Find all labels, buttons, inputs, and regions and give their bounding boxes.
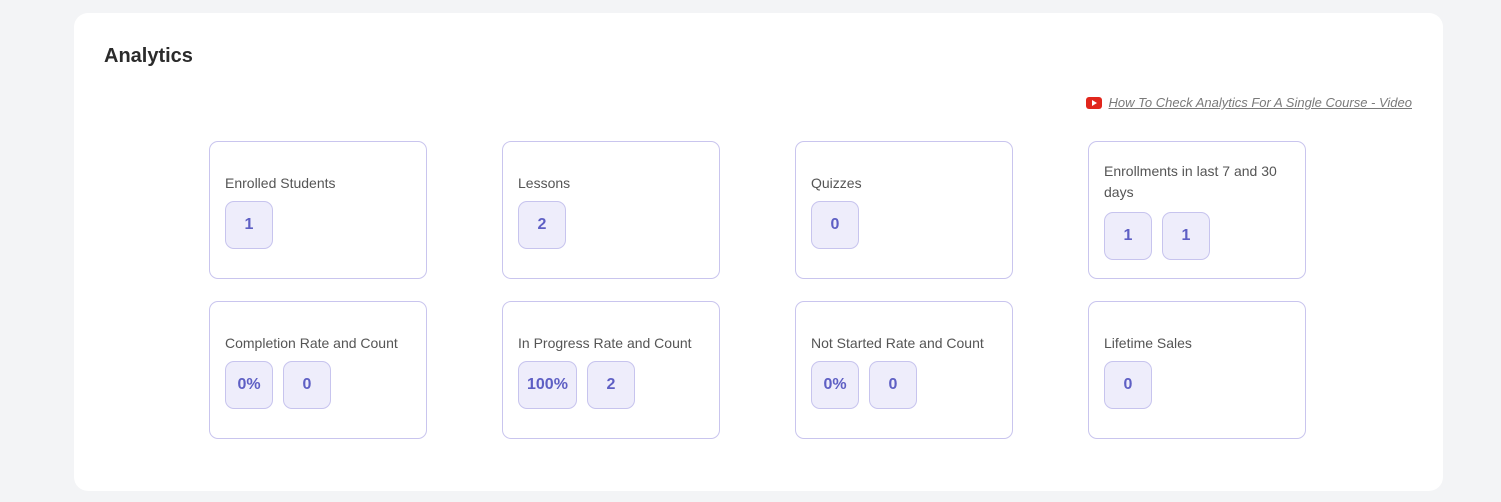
card-label: Not Started Rate and Count — [811, 335, 984, 351]
card-label: Lifetime Sales — [1104, 335, 1192, 351]
count-chip: 0 — [283, 361, 331, 409]
card-label: Lessons — [518, 175, 571, 191]
card-not-started: Not Started Rate and Count 0% 0 — [795, 301, 1013, 439]
card-label: Completion Rate and Count — [225, 335, 398, 351]
analytics-panel: Analytics How To Check Analytics For A S… — [74, 13, 1443, 491]
card-label: Quizzes — [811, 175, 862, 191]
page-title: Analytics — [104, 45, 193, 67]
card-values: 1 1 — [1104, 212, 1210, 260]
youtube-icon — [1085, 96, 1102, 109]
value-chip: 0 — [1104, 361, 1152, 409]
card-lessons: Lessons 2 — [502, 141, 720, 279]
card-values: 100% 2 — [518, 361, 635, 409]
card-lifetime-sales: Lifetime Sales 0 — [1088, 301, 1306, 439]
card-recent-enrollments: Enrollments in last 7 and 30 days 1 1 — [1088, 141, 1306, 279]
card-values: 1 — [225, 201, 273, 249]
count-chip: 2 — [586, 361, 635, 409]
card-values: 0 — [811, 201, 859, 249]
rate-chip: 100% — [518, 361, 577, 409]
value-chip-30-days: 1 — [1162, 212, 1210, 260]
card-in-progress: In Progress Rate and Count 100% 2 — [502, 301, 720, 439]
value-chip: 2 — [518, 201, 566, 249]
card-values: 0% 0 — [225, 361, 331, 409]
card-enrolled-students: Enrolled Students 1 — [209, 141, 427, 279]
card-quizzes: Quizzes 0 — [795, 141, 1013, 279]
card-label: Enrollments in last 7 and 30 days — [1104, 163, 1277, 200]
value-chip: 1 — [225, 201, 273, 249]
card-values: 0 — [1104, 361, 1152, 409]
card-label: Enrolled Students — [225, 175, 336, 191]
analytics-video-link[interactable]: How To Check Analytics For A Single Cour… — [1085, 95, 1412, 110]
count-chip: 0 — [869, 361, 917, 409]
value-chip: 0 — [811, 201, 859, 249]
card-label: In Progress Rate and Count — [518, 335, 692, 351]
card-values: 0% 0 — [811, 361, 917, 409]
rate-chip: 0% — [811, 361, 859, 409]
rate-chip: 0% — [225, 361, 273, 409]
card-values: 2 — [518, 201, 566, 249]
video-link-text: How To Check Analytics For A Single Cour… — [1108, 95, 1412, 110]
value-chip-7-days: 1 — [1104, 212, 1152, 260]
card-completion: Completion Rate and Count 0% 0 — [209, 301, 427, 439]
